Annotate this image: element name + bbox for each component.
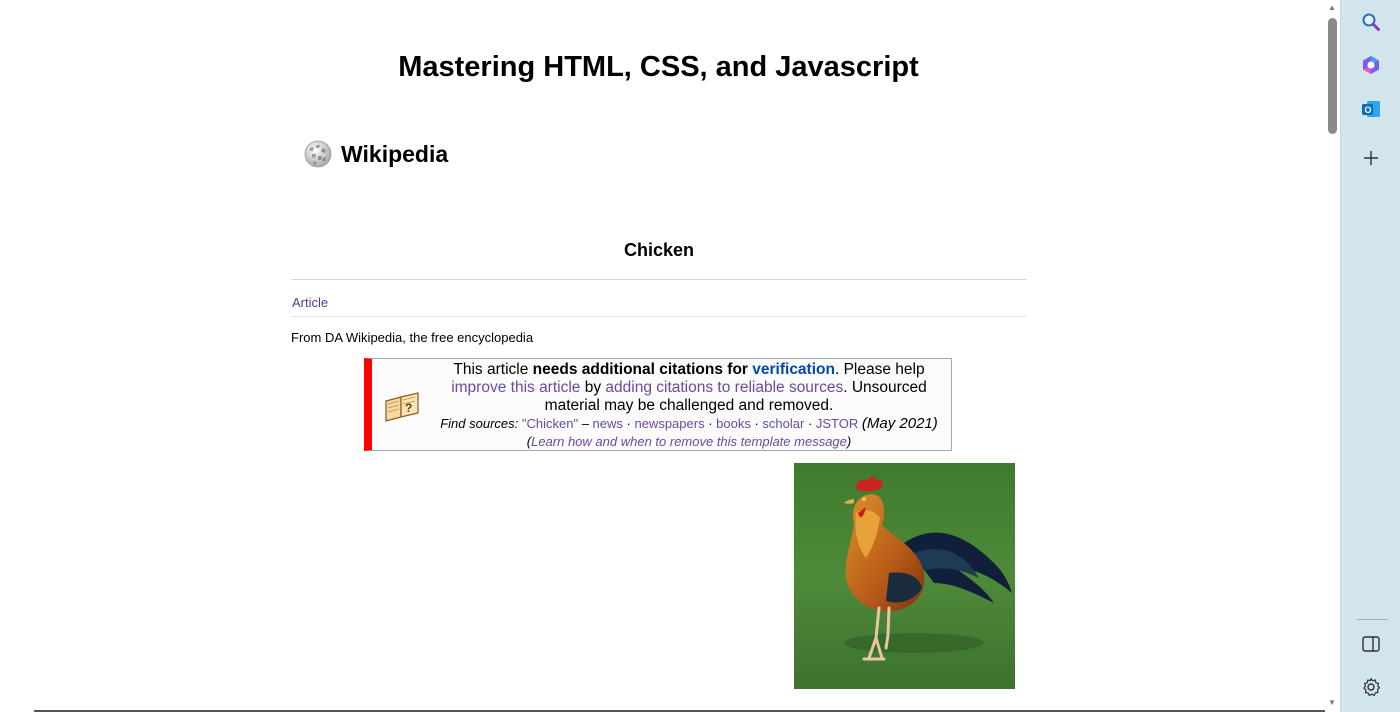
wikipedia-globe-icon xyxy=(304,140,332,168)
search-icon[interactable] xyxy=(1356,7,1386,37)
wiki-header: Wikipedia xyxy=(303,136,448,172)
learn-remove-template-link[interactable]: Learn how and when to remove this templa… xyxy=(531,434,847,449)
source-scholar-link[interactable]: scholar xyxy=(762,416,804,431)
notice-text-2: . Please help xyxy=(834,361,925,378)
add-icon[interactable] xyxy=(1356,143,1386,173)
source-dash: – xyxy=(578,416,593,431)
from-tagline: From DA Wikipedia, the free encyclopedia xyxy=(291,330,534,345)
learn-close-paren: ) xyxy=(846,434,852,449)
source-newspapers-link[interactable]: newspapers xyxy=(634,416,704,431)
chicken-image xyxy=(794,463,1015,689)
page-title: Mastering HTML, CSS, and Javascript xyxy=(398,51,919,83)
scrollbar-thumb[interactable] xyxy=(1328,18,1337,134)
citation-notice: ? This article needs additional citation… xyxy=(364,358,952,451)
source-chicken-link[interactable]: "Chicken" xyxy=(522,416,578,431)
source-jstor-link[interactable]: JSTOR xyxy=(816,416,858,431)
adding-citations-link[interactable]: adding citations to reliable sources xyxy=(605,379,843,396)
source-sep: · xyxy=(704,416,717,431)
web-page: Mastering HTML, CSS, and Javascript Wiki… xyxy=(0,0,1325,712)
citation-notice-text: This article needs additional citations … xyxy=(424,361,954,451)
sidebar-divider xyxy=(1357,619,1388,620)
source-sep: · xyxy=(622,416,635,431)
notice-date: (May 2021) xyxy=(861,415,938,432)
source-sep: · xyxy=(804,416,816,431)
source-news-link[interactable]: news xyxy=(593,416,623,431)
svg-text:?: ? xyxy=(405,401,412,415)
title-divider xyxy=(291,279,1027,280)
source-sep: · xyxy=(750,416,763,431)
edge-sidebar: O xyxy=(1340,0,1400,712)
wiki-site-name: Wikipedia xyxy=(341,140,449,167)
sidebar-toggle-icon[interactable] xyxy=(1356,629,1386,659)
copilot-icon[interactable] xyxy=(1356,50,1386,80)
outlook-icon[interactable]: O xyxy=(1356,94,1386,124)
verification-link[interactable]: verification xyxy=(752,361,835,378)
settings-icon[interactable] xyxy=(1356,672,1386,702)
svg-text:O: O xyxy=(1365,105,1372,115)
notice-text-bold: needs additional citations for xyxy=(532,361,753,378)
improve-article-link[interactable]: improve this article xyxy=(451,379,580,396)
find-sources-label: Find sources: xyxy=(440,416,519,431)
learn-line: (Learn how and when to remove this templ… xyxy=(424,433,954,451)
scroll-down-arrow-icon[interactable]: ▼ xyxy=(1327,698,1337,708)
tab-divider xyxy=(291,316,1027,317)
notice-text-3: by xyxy=(580,379,606,396)
article-title: Chicken xyxy=(623,240,695,260)
tab-article[interactable]: Article xyxy=(292,295,328,310)
notice-text-1: This article xyxy=(453,361,533,378)
find-sources-line: Find sources: "Chicken" – news · newspap… xyxy=(424,415,954,433)
source-books-link[interactable]: books xyxy=(716,416,751,431)
scroll-up-arrow-icon[interactable]: ▲ xyxy=(1327,3,1337,13)
open-book-question-icon: ? xyxy=(385,392,419,422)
